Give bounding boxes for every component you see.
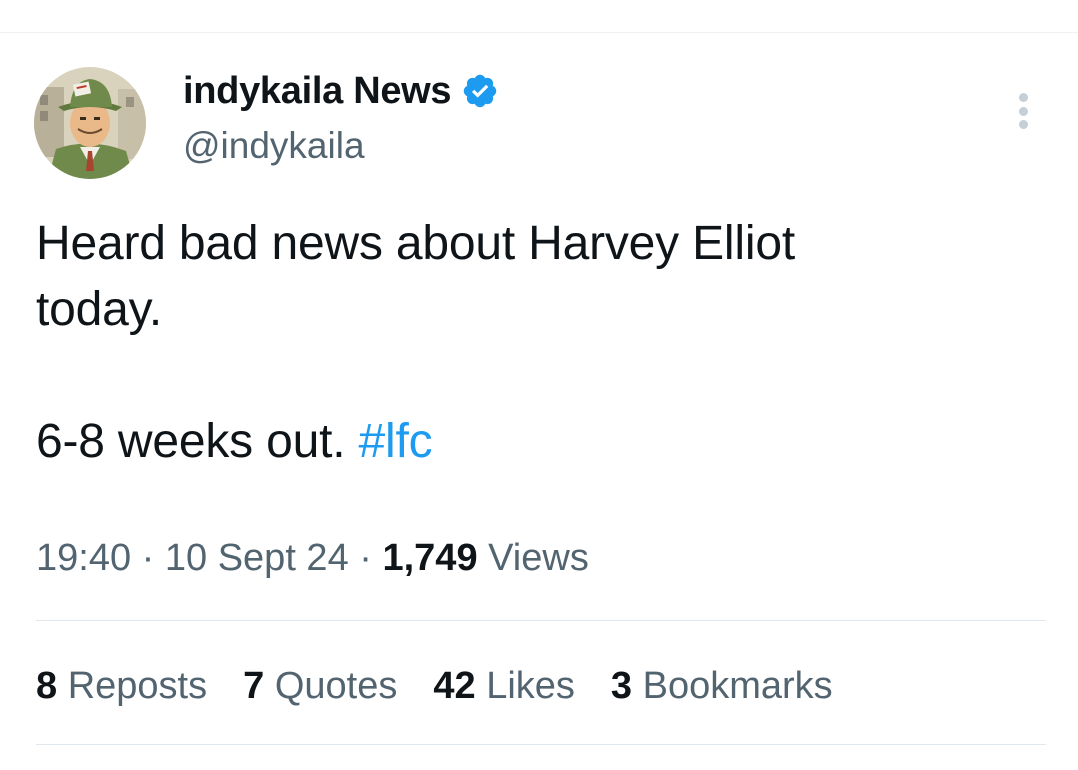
views-label: Views xyxy=(488,537,589,579)
engagement-stats: 8 Reposts 7 Quotes 42 Likes 3 Bookmarks xyxy=(36,660,869,712)
meta-separator: · xyxy=(141,537,155,579)
quotes-stat[interactable]: 7 Quotes xyxy=(243,660,397,712)
views-count: 1,749 xyxy=(382,537,478,579)
avatar[interactable] xyxy=(34,67,146,179)
bookmarks-stat[interactable]: 3 Bookmarks xyxy=(611,660,833,712)
tweet-meta: 19:40 · 10 Sept 24 · 1,749 Views xyxy=(36,531,589,585)
reposts-count: 8 xyxy=(36,665,58,707)
tweet-time[interactable]: 19:40 xyxy=(36,537,131,579)
top-divider xyxy=(0,32,1078,33)
tweet-line: 6-8 weeks out. #lfc xyxy=(36,409,1036,475)
more-dot-icon xyxy=(1018,106,1028,116)
tweet-line-text: 6-8 weeks out. xyxy=(36,415,346,468)
likes-count: 42 xyxy=(433,665,476,707)
reposts-stat[interactable]: 8 Reposts xyxy=(36,660,207,712)
divider xyxy=(36,744,1046,745)
quotes-label: Quotes xyxy=(274,665,398,707)
divider xyxy=(36,620,1046,621)
meta-separator: · xyxy=(359,537,372,579)
author-handle[interactable]: @indykaila xyxy=(183,124,365,168)
bookmarks-count: 3 xyxy=(610,665,633,707)
more-dot-icon xyxy=(1018,120,1028,129)
display-name-text[interactable]: indykaila News xyxy=(183,68,452,114)
tweet-date[interactable]: 10 Sept 24 xyxy=(165,537,349,579)
more-dot-icon xyxy=(1018,93,1028,102)
reposts-label: Reposts xyxy=(67,665,208,707)
tweet-line: Heard bad news about Harvey Elliot xyxy=(36,217,795,270)
verified-badge-icon xyxy=(464,74,497,108)
tweet-text: Heard bad news about Harvey Elliot today.… xyxy=(36,211,1036,475)
tweet-line: today. xyxy=(36,283,162,336)
author-display-name[interactable]: indykaila News xyxy=(183,68,499,114)
bookmarks-label: Bookmarks xyxy=(642,665,833,707)
cartoon-reporter-avatar-icon xyxy=(34,67,146,179)
more-options-button[interactable] xyxy=(1008,88,1038,134)
hashtag-link[interactable]: #lfc xyxy=(359,415,433,468)
likes-label: Likes xyxy=(486,665,575,707)
likes-stat[interactable]: 42 Likes xyxy=(433,660,575,712)
quotes-count: 7 xyxy=(243,665,265,707)
